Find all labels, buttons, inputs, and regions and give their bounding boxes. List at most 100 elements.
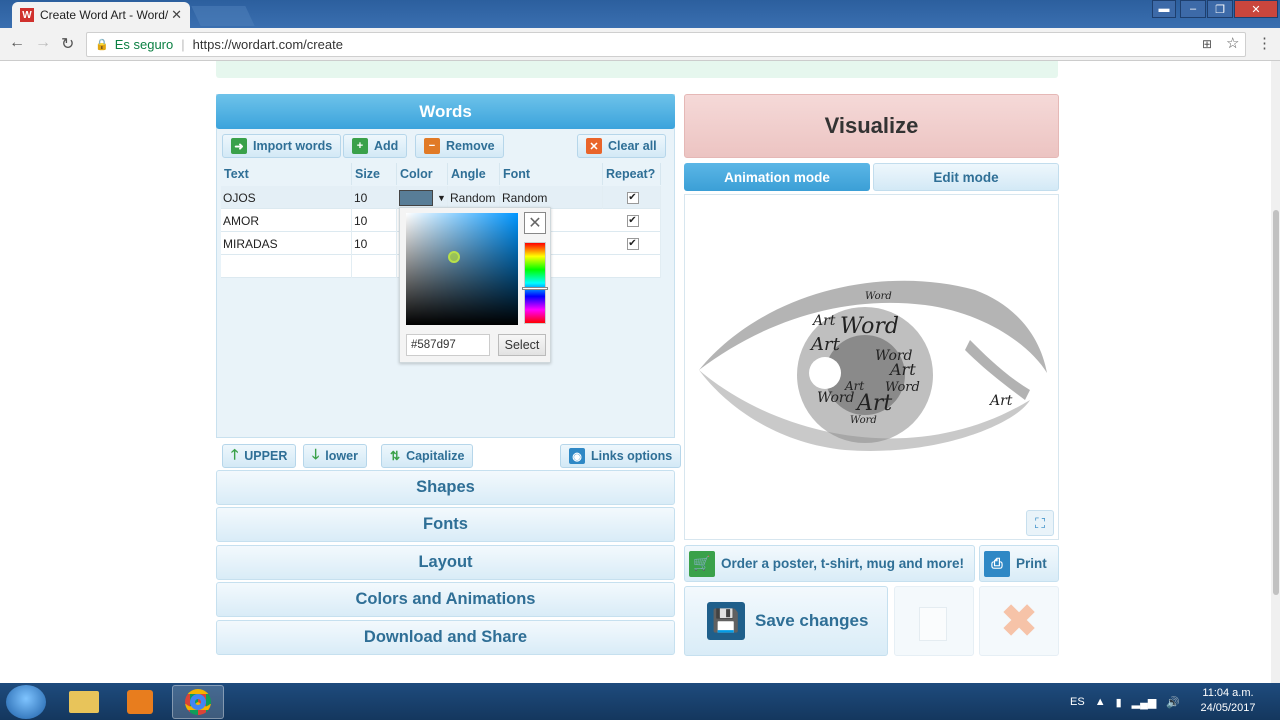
color-selector-handle[interactable] xyxy=(448,251,460,263)
language-indicator[interactable]: ES xyxy=(1070,696,1085,708)
file-explorer-icon[interactable] xyxy=(58,685,110,719)
taskbar-clock[interactable]: 11:04 a.m. 24/05/2017 xyxy=(1196,686,1260,716)
address-separator: | xyxy=(181,37,185,52)
canvas-word: Word xyxy=(850,415,877,426)
col-header-size[interactable]: Size xyxy=(352,163,397,185)
secure-label: Es seguro xyxy=(114,37,174,52)
browser-tab[interactable]: W Create Word Art - Word/ ✕ xyxy=(12,2,190,28)
capitalize-label: Capitalize xyxy=(406,449,465,463)
cell-text[interactable]: OJOS xyxy=(221,186,352,209)
add-button[interactable]: + Add xyxy=(343,134,408,158)
cell-repeat[interactable] xyxy=(603,255,661,278)
wordart-canvas[interactable]: Word Art Word Art Word Art Art Word Art … xyxy=(684,194,1059,540)
reload-icon[interactable]: ↻ xyxy=(61,34,74,54)
clear-all-label: Clear all xyxy=(608,139,657,153)
network-icon[interactable]: ▮ xyxy=(1116,696,1122,709)
hue-slider[interactable] xyxy=(524,242,546,324)
hex-input[interactable]: #587d97 xyxy=(406,334,490,356)
maximize-button[interactable]: ❐ xyxy=(1207,0,1233,18)
translate-icon[interactable]: ⊞ xyxy=(1202,37,1212,51)
repeat-checkbox[interactable]: ✔ xyxy=(626,214,639,227)
canvas-word: Art xyxy=(988,393,1013,409)
cell-font[interactable]: Random xyxy=(500,186,603,209)
select-color-button[interactable]: Select xyxy=(498,334,546,356)
clock-time: 11:04 a.m. xyxy=(1202,687,1254,699)
repeat-checkbox[interactable]: ✔ xyxy=(626,191,639,204)
saturation-value-area[interactable] xyxy=(406,213,518,325)
col-header-angle[interactable]: Angle xyxy=(448,163,500,185)
save-changes-button[interactable]: 💾 Save changes xyxy=(684,586,888,656)
scrollbar-thumb[interactable] xyxy=(1273,210,1279,595)
col-header-color[interactable]: Color xyxy=(397,163,448,185)
canvas-word: Art xyxy=(888,360,916,379)
words-header[interactable]: Words xyxy=(216,94,675,129)
import-words-button[interactable]: ➜ Import words xyxy=(222,134,342,158)
signal-icon[interactable]: ▂▄▆ xyxy=(1132,696,1157,709)
cell-size[interactable] xyxy=(352,255,397,278)
animation-mode-tab[interactable]: Animation mode xyxy=(684,163,870,191)
canvas-word: Art xyxy=(855,391,892,416)
upper-button[interactable]: 🡑 UPPER xyxy=(222,444,297,468)
clear-all-button[interactable]: ✕ Clear all xyxy=(577,134,666,158)
cell-color[interactable]: ▼ xyxy=(397,186,448,209)
cell-repeat[interactable]: ✔ xyxy=(603,209,661,232)
tab-close-icon[interactable]: ✕ xyxy=(171,7,182,23)
capitalize-button[interactable]: ⇅ Capitalize xyxy=(381,444,474,468)
color-swatch[interactable] xyxy=(399,189,433,206)
cell-angle[interactable]: Random xyxy=(448,186,500,209)
col-header-text[interactable]: Text xyxy=(221,163,352,185)
user-profile-icon[interactable]: ▬ xyxy=(1152,0,1176,18)
cell-text[interactable]: MIRADAS xyxy=(221,232,352,255)
picker-close-icon[interactable]: ✕ xyxy=(524,212,546,234)
start-button[interactable] xyxy=(6,685,46,719)
eye-highlight xyxy=(809,357,841,389)
browser-titlebar xyxy=(0,0,1280,28)
eye-corner xyxy=(965,340,1030,400)
hue-slider-handle[interactable] xyxy=(522,287,548,290)
repeat-checkbox[interactable]: ✔ xyxy=(626,237,639,250)
remove-button[interactable]: − Remove xyxy=(415,134,504,158)
colors-animations-section[interactable]: Colors and Animations xyxy=(216,582,675,617)
cell-size[interactable]: 10 xyxy=(352,209,397,232)
forward-arrow-icon[interactable]: → xyxy=(35,34,51,52)
minimize-button[interactable]: – xyxy=(1180,0,1206,18)
fonts-section[interactable]: Fonts xyxy=(216,507,675,542)
back-arrow-icon[interactable]: ← xyxy=(9,34,25,52)
copy-button[interactable] xyxy=(894,586,974,656)
new-tab-button[interactable] xyxy=(191,6,255,26)
col-header-font[interactable]: Font xyxy=(500,163,603,185)
cell-repeat[interactable]: ✔ xyxy=(603,232,661,255)
media-player-icon[interactable] xyxy=(114,685,166,719)
cell-repeat[interactable]: ✔ xyxy=(603,186,661,209)
tray-expand-icon[interactable]: ▲ xyxy=(1095,696,1106,708)
shapes-section[interactable]: Shapes xyxy=(216,470,675,505)
links-options-label: Links options xyxy=(591,449,673,463)
cell-text[interactable]: AMOR xyxy=(221,209,352,232)
close-window-button[interactable]: ✕ xyxy=(1234,0,1278,18)
layout-section[interactable]: Layout xyxy=(216,545,675,580)
print-label: Print xyxy=(1016,556,1047,571)
floppy-disk-icon: 💾 xyxy=(707,602,745,640)
delete-icon[interactable]: ✖ xyxy=(979,586,1059,656)
canvas-word: Word xyxy=(840,314,899,339)
menu-icon[interactable]: ⋮ xyxy=(1257,34,1272,52)
bookmark-star-icon[interactable]: ☆ xyxy=(1226,34,1239,52)
col-header-repeat[interactable]: Repeat? xyxy=(603,163,661,185)
order-products-button[interactable]: 🛒 Order a poster, t-shirt, mug and more! xyxy=(684,545,975,582)
dropdown-arrow-icon[interactable]: ▼ xyxy=(437,193,446,203)
visualize-button[interactable]: Visualize xyxy=(684,94,1059,158)
links-options-button[interactable]: ◉ Links options xyxy=(560,444,682,468)
chrome-icon[interactable] xyxy=(172,685,224,719)
edit-mode-tab[interactable]: Edit mode xyxy=(873,163,1059,191)
print-button[interactable]: ⎙ Print xyxy=(979,545,1059,582)
printer-icon: ⎙ xyxy=(984,550,1010,577)
cell-size[interactable]: 10 xyxy=(352,232,397,255)
lower-button[interactable]: 🡓 lower xyxy=(303,444,367,468)
cell-size[interactable]: 10 xyxy=(352,186,397,209)
download-share-section[interactable]: Download and Share xyxy=(216,620,675,655)
volume-icon[interactable]: 🔊 xyxy=(1166,696,1180,709)
table-row[interactable]: OJOS 10 ▼ Random Random ✔ xyxy=(221,186,661,209)
address-bar[interactable]: 🔒 Es seguro | https://wordart.com/create xyxy=(86,32,1246,57)
cell-text[interactable] xyxy=(221,255,352,278)
fullscreen-icon[interactable]: ⛶ xyxy=(1026,510,1054,536)
